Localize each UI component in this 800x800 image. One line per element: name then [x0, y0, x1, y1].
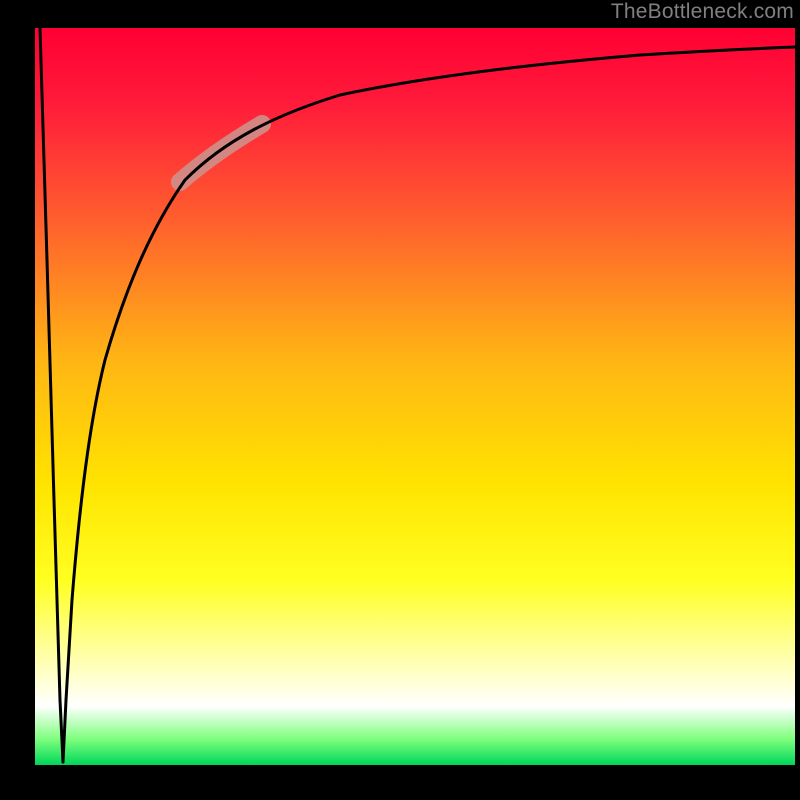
chart-container: TheBottleneck.com — [0, 0, 800, 800]
chart-svg — [0, 0, 800, 800]
frame-bottom — [0, 765, 800, 800]
plot-gradient-area — [35, 28, 795, 765]
attribution-label: TheBottleneck.com — [611, 0, 794, 24]
frame-right — [795, 0, 800, 800]
frame-left — [0, 0, 35, 800]
